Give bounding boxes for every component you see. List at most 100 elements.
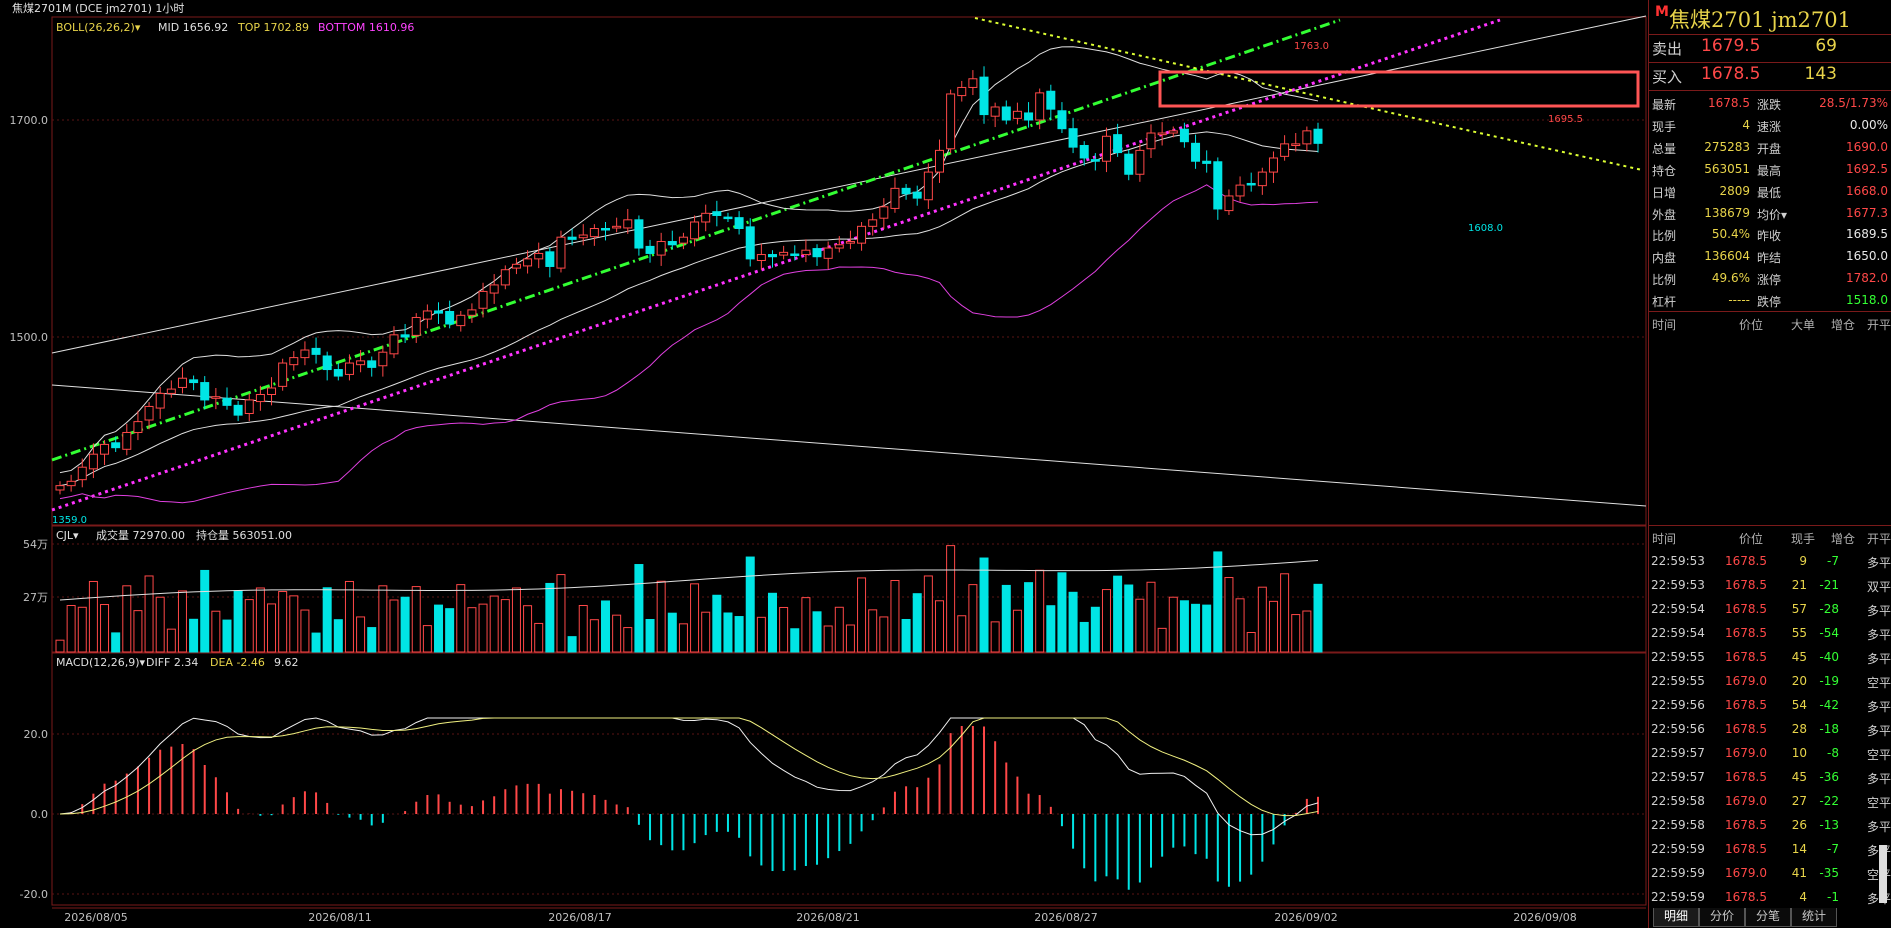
volume-bar (322, 587, 332, 653)
tick-price: 1678.5 (1725, 698, 1767, 712)
candle (478, 282, 488, 318)
field-label: 开盘 (1757, 141, 1782, 156)
volume-bar (244, 599, 254, 653)
buy-volume: 143 (1804, 64, 1837, 84)
volume-bar (801, 597, 811, 653)
field-label: 日增 (1652, 185, 1677, 200)
field-value: 1689.5 (1846, 227, 1888, 242)
volume-bar (1302, 610, 1312, 653)
sell-volume: 69 (1815, 36, 1837, 56)
candle (177, 367, 187, 394)
tick-price: 1679.0 (1725, 746, 1767, 760)
candle (979, 66, 989, 124)
time-axis-label: 2026/09/08 (1513, 911, 1576, 924)
tick-price: 1678.5 (1725, 890, 1767, 904)
field-label: 总量 (1652, 141, 1677, 156)
volume-bar (612, 614, 622, 653)
tick-oi: -40 (1819, 650, 1839, 664)
field-label: 涨跌 (1757, 98, 1782, 112)
time-axis-label: 2026/08/05 (64, 911, 127, 924)
tab-3[interactable]: 统计 (1791, 908, 1837, 927)
tab-2[interactable]: 分笔 (1745, 908, 1791, 927)
candle (311, 337, 321, 364)
volume-bar (868, 609, 878, 653)
column-header: 增仓 (1831, 318, 1856, 332)
candle (434, 302, 444, 324)
candle (400, 323, 410, 343)
candle (1202, 150, 1212, 173)
macd-value-text: 9.62 (274, 656, 299, 669)
column-header: 开平 (1867, 318, 1891, 332)
candle (990, 102, 1000, 128)
column-header: 大单 (1791, 318, 1816, 332)
candle (745, 218, 755, 267)
buy-price: 1678.5 (1701, 64, 1761, 84)
macd-axis-label: 20.0 (24, 728, 49, 741)
tick-row: 22:59:53 1678.5 9 -7 多平 (1649, 549, 1891, 573)
volume-bar (1124, 584, 1134, 653)
volume-bar (367, 627, 377, 653)
candle (166, 380, 176, 398)
volume-bar (411, 586, 421, 653)
column-header: 现手 (1791, 532, 1816, 546)
volume-bar (645, 618, 655, 653)
volume-bar (790, 628, 800, 653)
candle (1001, 100, 1011, 125)
buy-row[interactable]: 买入 1678.5 143 (1649, 63, 1891, 89)
field-label: 最高 (1757, 163, 1782, 178)
tick-scrollbar[interactable] (1879, 845, 1887, 903)
candle (222, 387, 232, 410)
tick-qty: 55 (1791, 626, 1807, 640)
field-value: 136604 (1704, 249, 1750, 264)
trendline-white-upper (51, 15, 1647, 354)
volume-bar (77, 606, 87, 653)
candle (879, 198, 889, 230)
volume-bar (1224, 577, 1234, 653)
tab-0[interactable]: 明细 (1653, 908, 1699, 927)
candle (100, 440, 110, 466)
candle (244, 393, 254, 422)
volume-bar (890, 579, 900, 653)
tick-time: 22:59:59 (1651, 890, 1705, 904)
quote-field-row: 总量 275283 开盘 1690.0 (1649, 136, 1891, 158)
tick-time: 22:59:55 (1651, 674, 1705, 688)
sell-row[interactable]: 卖出 1679.5 69 (1649, 35, 1891, 61)
macd-axis-label: -20.0 (20, 888, 48, 901)
volume-bar (1235, 598, 1245, 653)
field-label: 杠杆 (1652, 295, 1677, 310)
candle (934, 139, 944, 183)
detail-header: 时间 价位 大单 增仓 开平 (1649, 313, 1891, 333)
volume-bar (556, 574, 566, 653)
tick-row: 22:59:56 1678.5 28 -18 多平 (1649, 717, 1891, 741)
tick-oi: -36 (1819, 770, 1839, 784)
quote-field-row: 现手 4 速涨 0.00% (1649, 114, 1891, 136)
candle (1291, 133, 1301, 152)
tab-1[interactable]: 分价 (1699, 908, 1745, 927)
field-value: 1650.0 (1846, 249, 1888, 264)
trough-annotation: 1608.0 (1468, 223, 1503, 234)
tick-oi: -7 (1827, 842, 1839, 856)
volume-bar (445, 608, 455, 653)
field-value: 275283 (1704, 139, 1750, 154)
tick-time: 22:59:57 (1651, 770, 1705, 784)
volume-bar (1257, 586, 1267, 653)
volume-bar (300, 609, 310, 653)
highlight-box (1158, 70, 1640, 108)
volume-bar (779, 606, 789, 653)
kline-chart[interactable]: 焦煤2701M (DCE jm2701) 1小时 BOLL(26,26,2)▾ MI… (0, 0, 1647, 928)
tick-type: 多平 (1867, 820, 1891, 834)
candle (656, 232, 666, 266)
tick-row: 22:59:53 1678.5 21 -21 双平 (1649, 573, 1891, 597)
candle (556, 230, 566, 273)
candle (723, 212, 733, 222)
chart-area[interactable]: 焦煤2701M (DCE jm2701) 1小时 BOLL(26,26,2)▾ MI… (0, 0, 1647, 928)
volume-bar (1291, 614, 1301, 653)
tick-qty: 4 (1799, 890, 1807, 904)
volume-bar (1157, 627, 1167, 653)
candle (411, 313, 421, 343)
volume-bar (857, 577, 867, 653)
tick-oi: -21 (1819, 578, 1839, 592)
tick-row: 22:59:58 1678.5 26 -13 多平 (1649, 813, 1891, 837)
field-label: 内盘 (1652, 251, 1677, 266)
volume-bar (100, 604, 110, 653)
